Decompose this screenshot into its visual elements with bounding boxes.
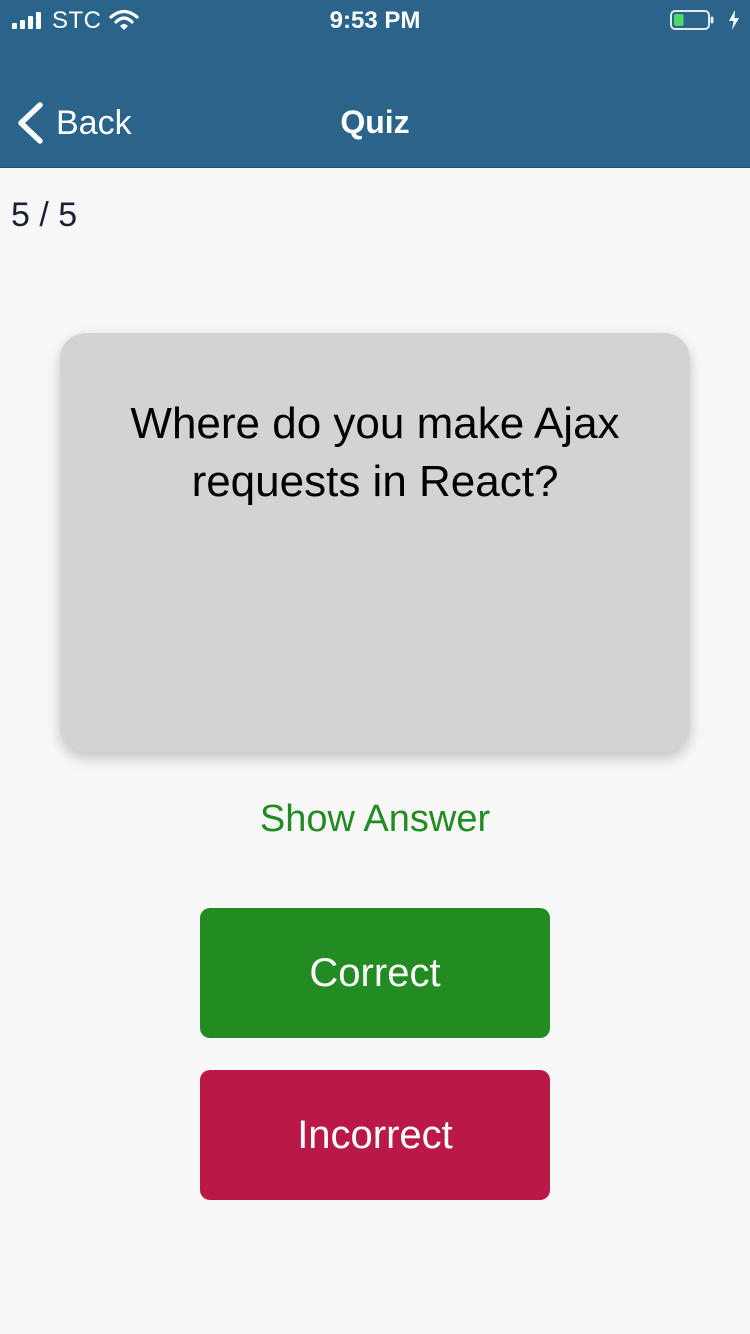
correct-button[interactable]: Correct — [200, 908, 550, 1038]
charging-bolt-icon — [729, 10, 739, 30]
show-answer-button[interactable]: Show Answer — [0, 798, 750, 841]
page-title: Quiz — [340, 104, 410, 140]
navigation-bar: Back Quiz — [0, 40, 750, 168]
battery-icon — [670, 10, 714, 30]
question-card: Where do you make Ajax requests in React… — [60, 333, 690, 752]
incorrect-button-label: Incorrect — [297, 1112, 453, 1157]
question-text: Where do you make Ajax requests in React… — [130, 399, 620, 506]
status-time: 9:53 PM — [329, 7, 421, 34]
correct-button-label: Correct — [309, 950, 441, 995]
incorrect-button[interactable]: Incorrect — [200, 1070, 550, 1200]
question-counter: 5 / 5 — [11, 196, 78, 234]
status-bar: STC 9:53 PM — [0, 0, 750, 40]
